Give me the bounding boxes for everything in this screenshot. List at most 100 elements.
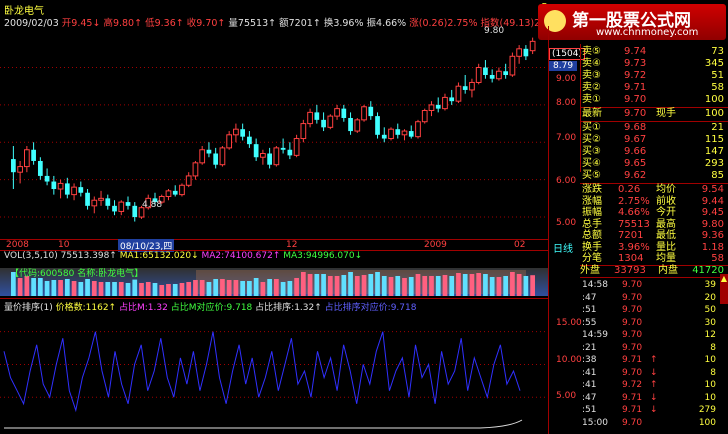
candle-up xyxy=(300,123,307,140)
tick-row[interactable]: :41 9.70 ↓ 8 xyxy=(552,368,728,379)
tick-time: :47 xyxy=(582,292,597,303)
candle-up xyxy=(421,110,428,123)
tick-row[interactable]: :55 9.70 30 xyxy=(552,318,728,329)
candle-up xyxy=(23,149,30,168)
tick-row[interactable]: :47 9.70 20 xyxy=(552,293,728,304)
tick-price: 9.70 xyxy=(622,292,643,303)
sell-1-row[interactable]: 卖① 9.70 100 xyxy=(552,94,728,106)
stats-label: 换手 xyxy=(582,241,602,253)
stats-value: 9.80 xyxy=(701,218,724,230)
tick-arrow: ↓ xyxy=(650,367,658,378)
tick-vol: 30 xyxy=(704,317,716,328)
tick-price: 9.70 xyxy=(622,342,643,353)
sell-5-row[interactable]: 卖⑤ 9.74 73 xyxy=(552,46,728,58)
tick-row[interactable]: 14:59 9.70 12 xyxy=(552,330,728,341)
buy-5-row[interactable]: 买⑤ 9.62 85 xyxy=(552,170,728,182)
tick-vol: 10 xyxy=(704,392,716,403)
volume-bar-up xyxy=(220,279,225,296)
vol-ma2: MA2:74100.672↑ xyxy=(201,251,281,261)
sell-2-price: 9.71 xyxy=(624,82,647,93)
candle-up xyxy=(529,40,536,52)
vol-value: 75513.398↑ xyxy=(60,251,117,261)
volume-bar-down xyxy=(314,274,320,296)
tick-row[interactable]: 15:00 9.70 100 xyxy=(552,418,728,429)
buy-1-price: 9.68 xyxy=(624,122,647,133)
buy-3-row[interactable]: 买③ 9.66 147 xyxy=(552,146,728,158)
candle-down xyxy=(523,48,529,57)
tick-row[interactable]: 14:58 9.70 39 xyxy=(552,280,728,291)
candle-up xyxy=(273,147,280,166)
buy-3-vol: 147 xyxy=(704,146,724,157)
buy-1-row[interactable]: 买① 9.68 21 xyxy=(552,122,728,134)
volume-bar-down xyxy=(375,272,380,296)
xaxis-10: 10 xyxy=(58,240,70,250)
volume-bar-down xyxy=(206,282,212,296)
candle-down xyxy=(341,108,347,118)
candle-down xyxy=(172,190,178,195)
volume-bar-up xyxy=(469,274,475,296)
tick-row[interactable]: :21 9.70 8 xyxy=(552,343,728,354)
volume-bar-up xyxy=(193,280,198,296)
volume-bar-up xyxy=(307,274,313,296)
tick-price: 9.71 xyxy=(622,405,643,415)
buy-4-row[interactable]: 买④ 9.65 293 xyxy=(552,158,728,170)
tick-row[interactable]: :51 9.71 ↓ 279 xyxy=(552,405,728,416)
sell-4-vol: 345 xyxy=(704,58,724,69)
volume-bar-down xyxy=(462,274,468,296)
tick-row[interactable]: :51 9.70 50 xyxy=(552,305,728,316)
candle-up xyxy=(293,138,300,156)
volume-bar-up xyxy=(139,283,144,296)
volume-bar-down xyxy=(240,281,246,296)
tick-row[interactable]: :47 9.71 ↓ 10 xyxy=(552,393,728,404)
sell-4-row[interactable]: 卖④ 9.73 345 xyxy=(552,58,728,70)
candle-up xyxy=(428,104,435,112)
vol-ma1: MA1:65132.020↓ xyxy=(119,251,199,261)
candle-down xyxy=(78,187,84,193)
sell-3-row[interactable]: 卖③ 9.72 51 xyxy=(552,70,728,82)
candle-down xyxy=(348,117,353,132)
vol-title-row: VOL(3,5,10) 75513.398↑ MA1:65132.020↓ MA… xyxy=(4,251,362,261)
candle-down xyxy=(253,144,259,158)
volume-bar-down xyxy=(247,281,252,296)
candle-down xyxy=(44,175,50,182)
buy-4-price: 9.65 xyxy=(624,158,647,169)
candle-down xyxy=(125,202,131,206)
candle-down xyxy=(267,153,272,165)
candle-up xyxy=(199,149,206,164)
indicator-chart[interactable] xyxy=(0,312,548,432)
stats-value: 58 xyxy=(711,253,724,264)
stats-label: 总额 xyxy=(582,230,602,241)
volume-bar-up xyxy=(199,280,205,296)
volume-bar-up xyxy=(361,275,367,296)
latest-row[interactable]: 最新 9.70 现手 100 xyxy=(552,108,728,120)
tick-vol: 39 xyxy=(704,280,716,290)
candle-down xyxy=(408,131,414,137)
side-tab-strip[interactable]: ▲ xyxy=(720,274,728,304)
volume-bar-down xyxy=(341,275,347,296)
xaxis-02: 02 xyxy=(514,240,526,250)
candle-up xyxy=(361,106,367,121)
tick-row[interactable]: :41 9.72 ↑ 10 xyxy=(552,380,728,391)
tick-vol: 100 xyxy=(698,417,716,428)
candle-down xyxy=(51,181,57,190)
stats-value: 9.44 xyxy=(701,195,724,207)
stats-value: 2.75% xyxy=(618,195,650,207)
stats-value: 3.96% xyxy=(618,241,650,253)
candle-down xyxy=(280,147,286,150)
xaxis-2009: 2009 xyxy=(424,240,447,250)
tick-row[interactable]: :38 9.71 ↑ 10 xyxy=(552,355,728,366)
sell-2-row[interactable]: 卖② 9.71 58 xyxy=(552,82,728,94)
stats-label: 最低 xyxy=(656,230,676,241)
volume-bar-down xyxy=(37,278,43,296)
volume-bar-down xyxy=(213,279,219,296)
stats-value: 4.66% xyxy=(618,207,650,218)
tick-time: :41 xyxy=(582,367,597,378)
volume-bar-up xyxy=(159,285,165,296)
volume-chart[interactable]: 【代码:600580 名称:卧龙电气】 xyxy=(0,262,548,298)
buy-2-row[interactable]: 买② 9.67 115 xyxy=(552,134,728,146)
tick-vol: 50 xyxy=(704,305,716,315)
sell-2-label: 卖② xyxy=(582,82,601,93)
volume-bar-down xyxy=(105,282,111,296)
sell-5-vol: 73 xyxy=(711,46,724,57)
candlestick-chart[interactable] xyxy=(0,26,548,240)
